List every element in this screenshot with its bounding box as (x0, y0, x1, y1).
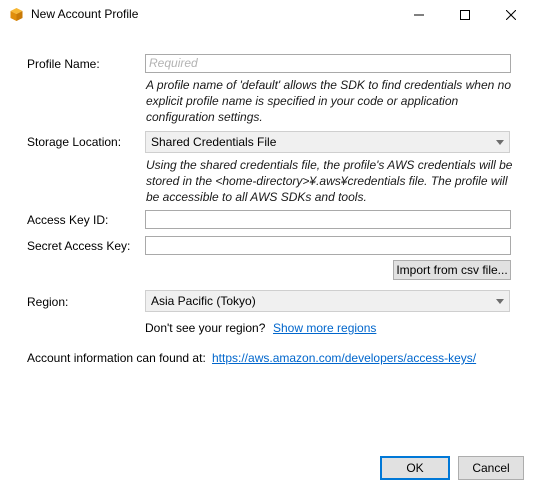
secret-access-key-input[interactable] (145, 236, 511, 255)
minimize-button[interactable] (396, 0, 442, 30)
new-account-profile-dialog: New Account Profile Profile Name: Requir… (0, 0, 534, 491)
close-icon (506, 10, 516, 20)
cancel-button[interactable]: Cancel (458, 456, 524, 480)
ok-button[interactable]: OK (380, 456, 450, 480)
profile-name-label: Profile Name: (27, 57, 100, 71)
close-button[interactable] (488, 0, 534, 30)
region-value: Asia Pacific (Tokyo) (151, 294, 256, 308)
title-bar[interactable]: New Account Profile (0, 0, 534, 30)
profile-name-placeholder: Required (149, 56, 198, 70)
storage-location-dropdown[interactable]: Shared Credentials File (145, 131, 510, 153)
maximize-icon (460, 10, 470, 20)
secret-access-key-label: Secret Access Key: (27, 239, 131, 253)
profile-name-help: A profile name of 'default' allows the S… (146, 78, 512, 124)
aws-cube-icon (9, 7, 24, 22)
storage-location-label: Storage Location: (27, 135, 122, 149)
storage-location-help: Using the shared credentials file, the p… (146, 158, 513, 204)
region-label: Region: (27, 295, 69, 309)
region-missing-text: Don't see your region? (145, 321, 266, 335)
access-key-id-input[interactable] (145, 210, 511, 229)
region-dropdown[interactable]: Asia Pacific (Tokyo) (145, 290, 510, 312)
window-title: New Account Profile (31, 7, 139, 21)
chevron-down-icon (496, 140, 504, 145)
storage-location-value: Shared Credentials File (151, 135, 277, 149)
show-more-regions-link[interactable]: Show more regions (273, 321, 376, 335)
import-csv-button[interactable]: Import from csv file... (393, 260, 511, 280)
minimize-icon (414, 14, 424, 16)
profile-name-input[interactable]: Required (145, 54, 511, 73)
maximize-button[interactable] (442, 0, 488, 30)
access-keys-link[interactable]: https://aws.amazon.com/developers/access… (212, 351, 476, 365)
account-info-text: Account information can found at: (27, 351, 206, 365)
chevron-down-icon (496, 299, 504, 304)
access-key-id-label: Access Key ID: (27, 213, 109, 227)
